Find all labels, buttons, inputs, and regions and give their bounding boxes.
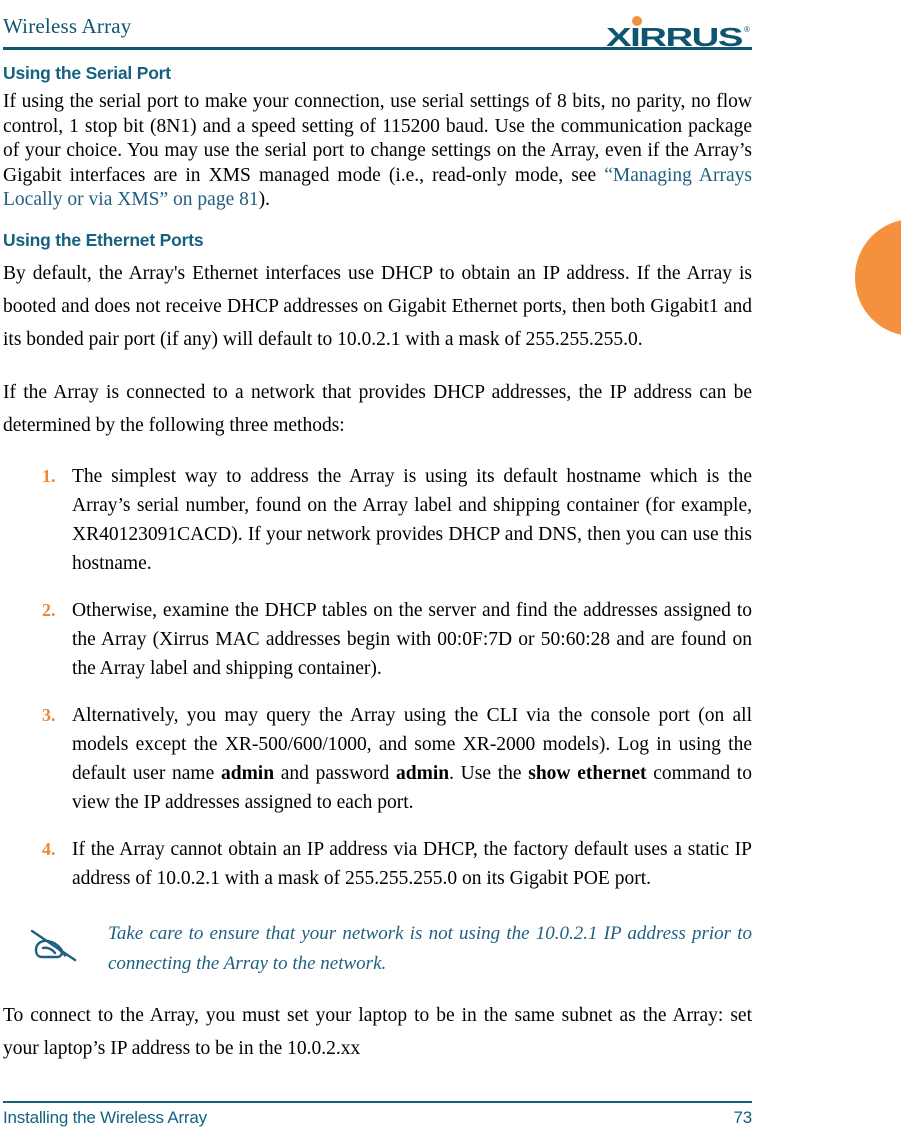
section-heading-serial-port: Using the Serial Port [3, 63, 171, 83]
paragraph-ethernet-default: By default, the Array's Ethernet interfa… [3, 262, 752, 350]
step-bold-command: show ethernet [528, 762, 647, 784]
paragraph-text-tail: ). [258, 189, 270, 210]
footer-divider [3, 1101, 752, 1103]
list-item: 1. The simplest way to address the Array … [3, 462, 752, 578]
paragraph-closing: To connect to the Array, you must set yo… [3, 1004, 752, 1059]
xirrus-logo: XIRRUS ® [606, 16, 752, 50]
chapter-thumb-tab [855, 219, 901, 336]
header-title: Wireless Array [3, 14, 132, 38]
note-callout: Take care to ensure that your network is… [3, 919, 752, 979]
step-number: 4. [42, 838, 56, 859]
footer-page-number: 73 [733, 1108, 752, 1127]
step-text: The simplest way to address the Array is… [72, 465, 752, 574]
step-text: Otherwise, examine the DHCP tables on th… [72, 599, 752, 679]
step-number: 3. [42, 704, 56, 725]
step-bold-password: admin [396, 762, 450, 784]
step-number: 1. [42, 465, 56, 486]
section-heading-ethernet-ports: Using the Ethernet Ports [3, 229, 204, 250]
step-text: If the Array cannot obtain an IP address… [72, 838, 752, 889]
page-footer: Installing the Wireless Array 73 [3, 1108, 752, 1134]
note-text: Take care to ensure that your network is… [108, 922, 752, 974]
list-item: 4. If the Array cannot obtain an IP addre… [3, 835, 752, 893]
ordered-step-list: 1. The simplest way to address the Array … [3, 462, 752, 893]
page-content: Using the Serial Port If using the seria… [3, 62, 752, 1085]
list-item: 2. Otherwise, examine the DHCP tables on … [3, 596, 752, 683]
svg-text:®: ® [744, 25, 750, 34]
header-divider [3, 47, 752, 50]
step-text: and password [274, 762, 396, 784]
paragraph-dhcp-methods: If the Array is connected to a network t… [3, 381, 752, 436]
step-bold-username: admin [220, 762, 275, 784]
step-text: . Use the [449, 762, 529, 784]
note-pencil-icon [27, 923, 83, 967]
footer-chapter-title: Installing the Wireless Array [3, 1108, 207, 1127]
list-item: 3. Alternatively, you may query the Array… [3, 701, 752, 817]
svg-text:XIRRUS: XIRRUS [606, 22, 743, 50]
paragraph-serial-port: If using the serial port to make your co… [3, 90, 752, 213]
step-number: 2. [42, 599, 56, 620]
document-page: Wireless Array XIRRUS ® Using the Serial… [0, 0, 901, 1137]
